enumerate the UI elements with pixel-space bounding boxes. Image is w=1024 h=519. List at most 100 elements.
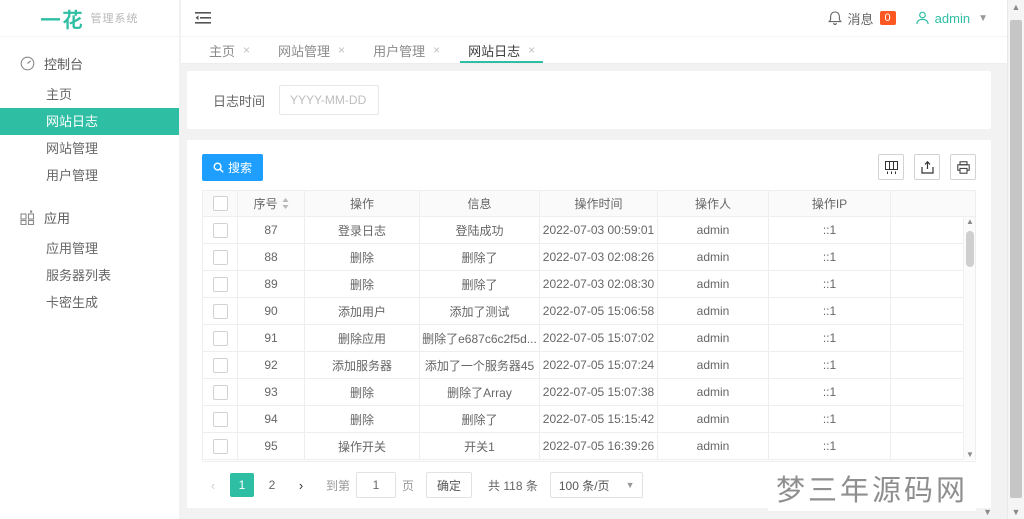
row-checkbox-cell bbox=[202, 432, 238, 460]
page-scrollbar[interactable]: ▲ ▼ bbox=[1007, 0, 1024, 519]
tab[interactable]: 网站日志 × bbox=[454, 37, 549, 63]
prev-page-icon[interactable]: ‹ bbox=[202, 478, 224, 493]
sidebar-group-1[interactable]: 控制台 bbox=[0, 45, 179, 81]
table-cell: 94 bbox=[237, 405, 305, 433]
sidebar-menu: 控制台 主页 网站日志 网站管理 用户管理应用 应用管理 服务器列表 卡密生成 bbox=[0, 37, 179, 316]
chevron-down-icon[interactable]: ▼ bbox=[978, 13, 988, 24]
page-button[interactable]: 2 bbox=[260, 473, 284, 497]
tab-label: 网站日志 bbox=[468, 43, 521, 59]
tab-close-icon[interactable]: × bbox=[433, 43, 440, 57]
sidebar-item[interactable]: 网站日志 bbox=[0, 108, 179, 135]
goto-confirm-button[interactable]: 确定 bbox=[426, 472, 473, 498]
table-cell: ::1 bbox=[768, 351, 891, 379]
scroll-down-icon[interactable]: ▼ bbox=[964, 450, 976, 460]
filter-columns-icon[interactable] bbox=[878, 154, 904, 180]
table-row: 87 登录日志 登陆成功 2022-07-03 00:59:01 admin::1 bbox=[202, 216, 976, 244]
row-checkbox-cell bbox=[202, 297, 238, 325]
table-cell: ::1 bbox=[768, 297, 891, 325]
table-cell: admin bbox=[657, 297, 769, 325]
table-cell: ::1 bbox=[768, 270, 891, 298]
sidebar-item[interactable]: 服务器列表 bbox=[0, 262, 179, 289]
table-cell: 删除了 bbox=[419, 405, 540, 433]
table-row: 90 添加用户 添加了测试 2022-07-05 15:06:58 admin::1 bbox=[202, 297, 976, 325]
print-icon[interactable] bbox=[950, 154, 976, 180]
tab-close-icon[interactable]: × bbox=[243, 43, 250, 57]
row-checkbox[interactable] bbox=[212, 411, 228, 427]
row-checkbox[interactable] bbox=[212, 384, 228, 400]
column-header: 操作 bbox=[304, 190, 420, 217]
table-cell: admin bbox=[657, 216, 769, 244]
content: 日志时间 搜索 bbox=[181, 65, 1007, 519]
scroll-up-icon[interactable]: ▲ bbox=[1008, 0, 1024, 14]
tab-label: 用户管理 bbox=[373, 43, 426, 59]
goto-unit-label: 页 bbox=[402, 478, 415, 493]
messages-label[interactable]: 消息 bbox=[848, 9, 874, 28]
dashboard-icon bbox=[20, 56, 35, 71]
sidebar-item[interactable]: 网站管理 bbox=[0, 135, 179, 162]
select-all-checkbox[interactable] bbox=[212, 196, 228, 212]
table-cell: 2022-07-05 16:39:26 bbox=[539, 432, 658, 460]
column-header: 操作人 bbox=[657, 190, 769, 217]
page-scrollbar-thumb[interactable] bbox=[1010, 20, 1022, 498]
page-button[interactable]: 1 bbox=[230, 473, 254, 497]
scroll-up-icon[interactable]: ▲ bbox=[964, 217, 976, 227]
table-cell: 88 bbox=[237, 243, 305, 271]
sidebar-item[interactable]: 主页 bbox=[0, 81, 179, 108]
tab[interactable]: 用户管理 × bbox=[359, 37, 454, 63]
table-cell: 删除了 bbox=[419, 270, 540, 298]
tab-close-icon[interactable]: × bbox=[338, 43, 345, 57]
sort-icon[interactable] bbox=[282, 198, 289, 209]
row-checkbox[interactable] bbox=[212, 357, 228, 373]
table-tool-icons bbox=[878, 154, 976, 180]
row-checkbox[interactable] bbox=[212, 222, 228, 238]
tab[interactable]: 主页 × bbox=[195, 37, 264, 63]
sidebar-item[interactable]: 用户管理 bbox=[0, 162, 179, 189]
goto-page-input[interactable] bbox=[356, 472, 397, 498]
apps-icon bbox=[20, 210, 35, 225]
tab-close-icon[interactable]: × bbox=[528, 43, 535, 57]
table-cell: 开关1 bbox=[419, 432, 540, 460]
filter-card: 日志时间 bbox=[187, 71, 991, 129]
table-scrollbar-thumb[interactable] bbox=[966, 231, 974, 267]
table-row: 95 操作开关 开关1 2022-07-05 16:39:26 admin::1 bbox=[202, 432, 976, 460]
row-checkbox[interactable] bbox=[212, 249, 228, 265]
search-button[interactable]: 搜索 bbox=[202, 153, 264, 181]
table-cell: admin bbox=[657, 405, 769, 433]
table-cell: 删除应用 bbox=[304, 324, 420, 352]
messages-badge[interactable]: 0 bbox=[879, 11, 896, 25]
page-size-value: 100 条/页 bbox=[558, 478, 610, 493]
bell-icon[interactable] bbox=[827, 10, 842, 26]
content-scroll-down-icon[interactable]: ▼ bbox=[983, 507, 992, 517]
log-time-label: 日志时间 bbox=[213, 93, 266, 109]
log-time-input[interactable] bbox=[279, 85, 380, 115]
table-cell: admin bbox=[657, 378, 769, 406]
select-all-checkbox-cell bbox=[202, 190, 238, 217]
row-checkbox[interactable] bbox=[212, 330, 228, 346]
watermark: 梦三年源码网 bbox=[767, 465, 976, 511]
row-checkbox[interactable] bbox=[212, 276, 228, 292]
username[interactable]: admin bbox=[935, 11, 970, 26]
table-cell: 删除 bbox=[304, 270, 420, 298]
search-button-label: 搜索 bbox=[228, 160, 253, 175]
chevron-down-icon: ▼ bbox=[625, 480, 635, 490]
row-checkbox[interactable] bbox=[212, 438, 228, 454]
table-cell: ::1 bbox=[768, 216, 891, 244]
sidebar-group-2[interactable]: 应用 bbox=[0, 199, 179, 235]
table-cell: 登录日志 bbox=[304, 216, 420, 244]
page-size-select[interactable]: 100 条/页 ▼ bbox=[549, 472, 644, 498]
table-row: 93 删除 删除了Array 2022-07-05 15:07:38 admin::1 bbox=[202, 378, 976, 406]
export-icon[interactable] bbox=[914, 154, 940, 180]
table-cell: 2022-07-05 15:15:42 bbox=[539, 405, 658, 433]
sidebar-item[interactable]: 卡密生成 bbox=[0, 289, 179, 316]
table-cell: 95 bbox=[237, 432, 305, 460]
sidebar-collapse-icon[interactable] bbox=[195, 8, 215, 28]
total-count-label: 共 118 条 bbox=[488, 478, 538, 493]
main-area: 消息 0 admin ▼ 主页 × 网站管理 × 用户管理 × 网站日志 × 日志时间 bbox=[181, 0, 1024, 519]
next-page-icon[interactable]: › bbox=[290, 478, 312, 493]
sidebar-item[interactable]: 应用管理 bbox=[0, 235, 179, 262]
scroll-down-icon[interactable]: ▼ bbox=[1008, 505, 1024, 519]
tab[interactable]: 网站管理 × bbox=[264, 37, 359, 63]
table-scrollbar[interactable]: ▲ ▼ bbox=[963, 217, 975, 460]
table-cell: 操作开关 bbox=[304, 432, 420, 460]
row-checkbox[interactable] bbox=[212, 303, 228, 319]
